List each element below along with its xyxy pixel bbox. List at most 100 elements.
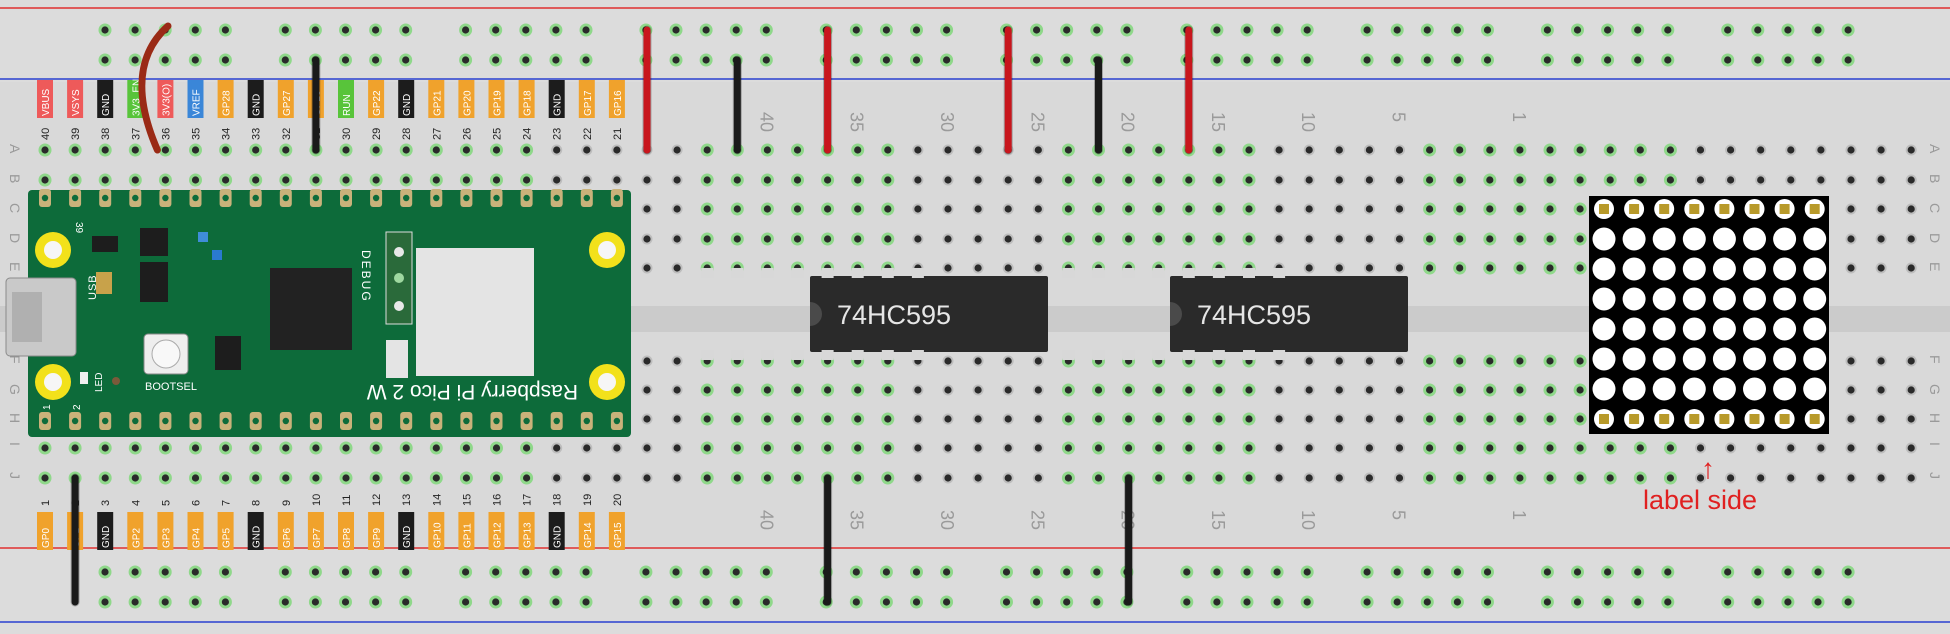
rail-hole-center	[341, 598, 350, 606]
bottom-pin-number: 9	[281, 500, 293, 506]
rail-hole-center	[341, 26, 350, 34]
matrix-led	[1592, 287, 1616, 311]
pin-pad-hole	[222, 194, 229, 202]
hole-center	[1185, 205, 1193, 213]
hole-center	[1426, 474, 1434, 482]
bottom-pin-label: GP10	[432, 522, 443, 548]
hole-center	[1125, 444, 1133, 452]
hole-center	[1245, 176, 1253, 184]
hole-center	[523, 176, 531, 184]
hole-center	[944, 415, 952, 423]
rail-hole-center	[492, 26, 500, 34]
rail-hole-center	[1814, 56, 1822, 64]
hole-center	[1877, 235, 1885, 243]
row-letter: I	[7, 442, 23, 446]
hole-center	[763, 235, 772, 243]
hole-center	[1486, 357, 1494, 365]
rail-hole-center	[1573, 598, 1582, 606]
hole-center	[733, 415, 741, 423]
hole-center	[1215, 386, 1223, 394]
rail-hole-center	[732, 568, 740, 576]
rail-hole-center	[1844, 26, 1852, 34]
hole-center	[1696, 444, 1705, 452]
hole-center	[974, 176, 982, 184]
rail-hole-center	[101, 568, 109, 576]
rail-hole-center	[1423, 56, 1431, 64]
row-letter: D	[7, 233, 23, 243]
hole-center	[673, 146, 681, 154]
hole-center	[1606, 444, 1614, 452]
hole-center	[1907, 264, 1915, 272]
bottom-pin-number: 1	[40, 500, 52, 506]
hole-center	[1275, 176, 1283, 184]
rail-hole-center	[1724, 56, 1732, 64]
pin-pad-hole	[342, 417, 350, 425]
hole-center	[492, 176, 501, 184]
hole-center	[1486, 235, 1494, 243]
hole-center	[793, 205, 802, 213]
hole-center	[1877, 146, 1885, 154]
matrix-led	[1712, 287, 1736, 311]
hole-center	[1666, 444, 1674, 452]
rail-hole-center	[1634, 56, 1642, 64]
hole-center	[1064, 205, 1072, 213]
bottom-pin-number: 12	[371, 494, 383, 506]
hole-center	[1636, 444, 1644, 452]
shift-register-1[interactable]: 74HC595	[810, 276, 1048, 352]
bottom-pin-label: GP12	[493, 522, 504, 548]
bottom-pin-number: 3	[100, 500, 112, 506]
top-pin-number: 40	[40, 128, 52, 140]
top-pin-label: GND	[252, 94, 263, 116]
bottom-pin-label: GND	[101, 526, 112, 548]
hole-center	[583, 444, 591, 452]
rail-hole-center	[882, 56, 891, 64]
matrix-led	[1592, 317, 1616, 341]
hole-center	[372, 474, 380, 482]
pin-pad-hole	[192, 417, 199, 425]
top-pin-number: 29	[371, 128, 383, 140]
pin-pad-hole	[342, 194, 350, 202]
hole-center	[1456, 146, 1464, 154]
hole-center	[914, 386, 922, 394]
hole-center	[914, 146, 922, 154]
hole-center	[1426, 146, 1434, 154]
rail-hole-center	[1724, 598, 1732, 606]
hole-center	[372, 444, 380, 452]
hole-center	[703, 146, 711, 154]
hole-center	[1847, 146, 1855, 154]
chip-leg	[1243, 268, 1255, 278]
rail-hole-center	[1033, 568, 1041, 576]
rail-hole-center	[1453, 568, 1461, 576]
matrix-led	[1803, 287, 1827, 311]
bottom-pin-label: GP9	[372, 528, 383, 548]
rail-hole-center	[1063, 26, 1071, 34]
hole-center	[1004, 264, 1012, 272]
hole-center	[71, 444, 79, 452]
rail-hole-center	[101, 56, 109, 64]
pin-pad-hole	[433, 417, 440, 425]
hole-center	[1215, 146, 1223, 154]
hole-center	[1155, 205, 1163, 213]
hole-center	[1064, 146, 1072, 154]
row-letter: H	[1927, 413, 1943, 423]
hole-center	[41, 146, 49, 154]
hole-center	[1606, 474, 1614, 482]
top-pin-number: 23	[552, 128, 564, 140]
rail-hole-center	[1033, 26, 1041, 34]
hole-center	[1365, 205, 1373, 213]
hole-center	[1847, 386, 1855, 394]
led-matrix-8x8[interactable]	[1589, 196, 1829, 434]
rail-hole-center	[221, 56, 229, 64]
top-pin-label: GP28	[222, 90, 233, 116]
led	[80, 372, 88, 384]
pin-pad-hole	[583, 194, 590, 202]
top-pin-label: GP22	[372, 90, 383, 116]
hole-center	[1516, 357, 1524, 365]
rail-hole-center	[552, 598, 560, 606]
shift-register-2[interactable]: 74HC595	[1170, 276, 1408, 352]
hole-center	[854, 415, 862, 423]
bottom-pin-label: GP6	[282, 528, 293, 548]
rail-hole-center	[101, 598, 109, 606]
hole-center	[282, 444, 290, 452]
rail-hole-center	[161, 568, 169, 576]
